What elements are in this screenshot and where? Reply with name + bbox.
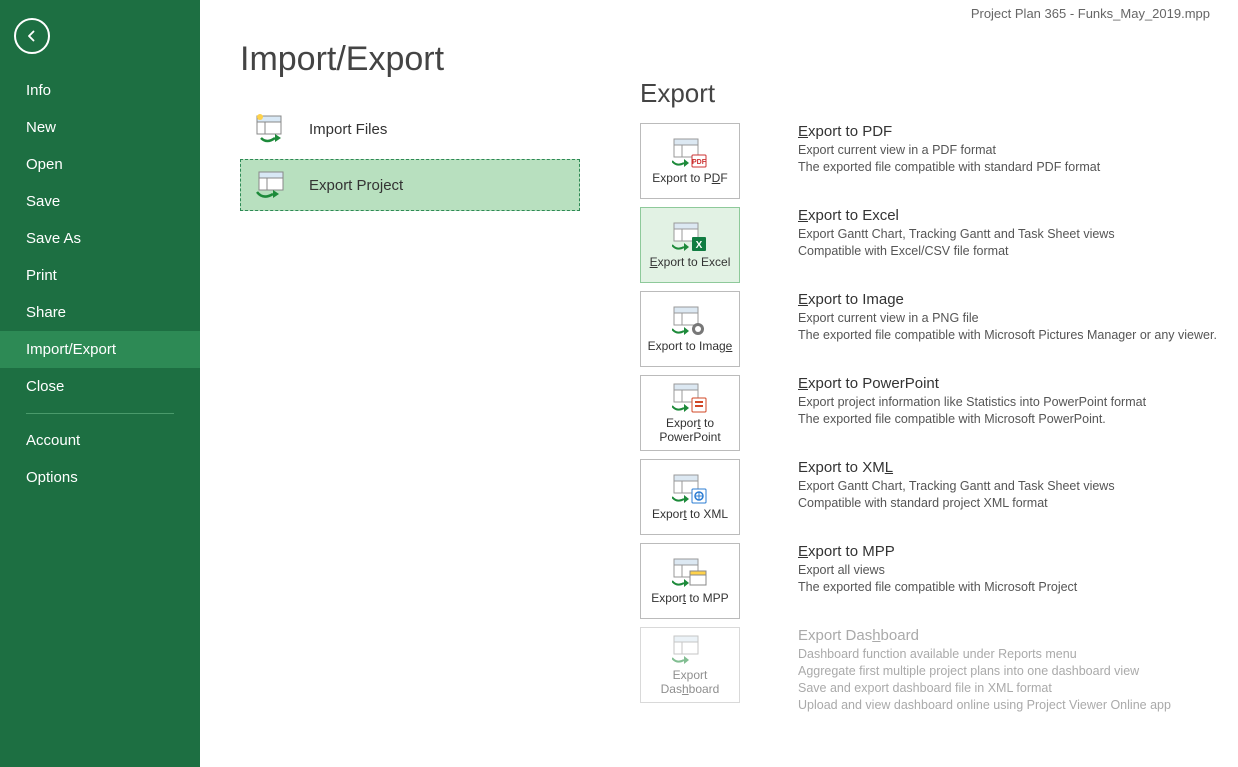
- sidebar-item-new[interactable]: New: [0, 109, 200, 146]
- export-row-excel: X Export to Excel Export to Excel Export Ga…: [640, 207, 1218, 283]
- ppt-icon: [672, 382, 708, 414]
- export-subtext: Save and export dashboard file in XML fo…: [798, 680, 1171, 697]
- export-tile-image[interactable]: Export to Image: [640, 291, 740, 367]
- export-subtext: Compatible with Excel/CSV file format: [798, 243, 1115, 260]
- export-tile-mpp[interactable]: Export to MPP: [640, 543, 740, 619]
- sidebar-item-share[interactable]: Share: [0, 294, 200, 331]
- export-subtext: The exported file compatible with Micros…: [798, 411, 1146, 428]
- import-files-option[interactable]: Import Files: [240, 103, 580, 155]
- left-column: Import/Export Import Files Export Project: [200, 0, 640, 767]
- export-description: Export to PDF Export current view in a PD…: [798, 123, 1100, 176]
- backstage-sidebar: InfoNewOpenSaveSave AsPrintShareImport/E…: [0, 0, 200, 767]
- sidebar-item-options[interactable]: Options: [0, 459, 200, 496]
- export-icon: [255, 170, 291, 200]
- right-column: Export PDFExport to PDFExport to PDFExpo…: [640, 0, 1238, 767]
- section-heading: Export: [640, 78, 1218, 109]
- export-subtext: Dashboard function available under Repor…: [798, 646, 1171, 663]
- svg-text:PDF: PDF: [692, 159, 707, 166]
- svg-text:X: X: [696, 240, 703, 251]
- export-description: Export to Excel Export Gantt Chart, Track…: [798, 207, 1115, 260]
- tile-label: Export to PowerPoint: [645, 416, 735, 445]
- export-subtext: Export current view in a PNG file: [798, 310, 1217, 327]
- export-row-pdf: PDF Export to PDF Export to PDF Export curr…: [640, 123, 1218, 199]
- tile-label: Export to XML: [652, 507, 728, 521]
- export-project-option[interactable]: Export Project: [240, 159, 580, 211]
- back-arrow-icon: [23, 27, 41, 45]
- sidebar-item-save[interactable]: Save: [0, 183, 200, 220]
- export-subtext: Compatible with standard project XML for…: [798, 495, 1115, 512]
- export-tile-xml[interactable]: Export to XML: [640, 459, 740, 535]
- export-row-dash: Export Dashboard Export Dashboard Dashboar…: [640, 627, 1218, 714]
- tile-label: Export to Image: [648, 339, 733, 353]
- export-row-xml: Export to XML Export to XML Export Gantt C…: [640, 459, 1218, 535]
- export-subtext: The exported file compatible with Micros…: [798, 327, 1217, 344]
- export-row-mpp: Export to MPP Export to MPP Export all vie…: [640, 543, 1218, 619]
- main-content: Project Plan 365 - Funks_May_2019.mpp Im…: [200, 0, 1238, 767]
- export-tile-dash: Export Dashboard: [640, 627, 740, 703]
- window-title: Project Plan 365 - Funks_May_2019.mpp: [971, 6, 1210, 21]
- sidebar-item-save-as[interactable]: Save As: [0, 220, 200, 257]
- export-subtext: Upload and view dashboard online using P…: [798, 697, 1171, 714]
- xml-icon: [672, 473, 708, 505]
- export-title: Export to XML: [798, 459, 1115, 476]
- pdf-icon: PDF: [672, 137, 708, 169]
- export-subtext: Export current view in a PDF format: [798, 142, 1100, 159]
- export-tile-pdf[interactable]: PDF Export to PDF: [640, 123, 740, 199]
- export-title: Export to Excel: [798, 207, 1115, 224]
- image-icon: [672, 305, 708, 337]
- sidebar-item-close[interactable]: Close: [0, 368, 200, 405]
- export-description: Export to PowerPoint Export project infor…: [798, 375, 1146, 428]
- export-row-ppt: Export to PowerPointExport to PowerPoint…: [640, 375, 1218, 451]
- export-tile-excel[interactable]: X Export to Excel: [640, 207, 740, 283]
- export-subtext: Export project information like Statisti…: [798, 394, 1146, 411]
- tile-label: Export to MPP: [651, 591, 728, 605]
- menu-option-label: Import Files: [309, 121, 387, 138]
- export-description: Export to XML Export Gantt Chart, Trackin…: [798, 459, 1115, 512]
- export-description: Export to MPP Export all viewsThe exporte…: [798, 543, 1077, 596]
- mpp-icon: [672, 557, 708, 589]
- export-subtext: Aggregate first multiple project plans i…: [798, 663, 1171, 680]
- export-title: Export to Image: [798, 291, 1217, 308]
- page-heading: Import/Export: [240, 40, 610, 79]
- sidebar-item-account[interactable]: Account: [0, 422, 200, 459]
- tile-label: Export Dashboard: [645, 668, 735, 697]
- export-subtext: The exported file compatible with Micros…: [798, 579, 1077, 596]
- sidebar-item-open[interactable]: Open: [0, 146, 200, 183]
- export-tile-ppt[interactable]: Export to PowerPoint: [640, 375, 740, 451]
- export-row-image: Export to Image Export to Image Export cur…: [640, 291, 1218, 367]
- tile-label: Export to Excel: [650, 255, 731, 269]
- sidebar-item-info[interactable]: Info: [0, 72, 200, 109]
- export-title: Export to PowerPoint: [798, 375, 1146, 392]
- export-subtext: Export Gantt Chart, Tracking Gantt and T…: [798, 478, 1115, 495]
- sidebar-separator: [26, 413, 174, 414]
- tile-label: Export to PDF: [652, 171, 727, 185]
- export-description: Export Dashboard Dashboard function avail…: [798, 627, 1171, 714]
- export-description: Export to Image Export current view in a …: [798, 291, 1217, 344]
- excel-icon: X: [672, 221, 708, 253]
- menu-option-label: Export Project: [309, 177, 403, 194]
- sidebar-item-print[interactable]: Print: [0, 257, 200, 294]
- sidebar-item-import-export[interactable]: Import/Export: [0, 331, 200, 368]
- export-title: Export to PDF: [798, 123, 1100, 140]
- export-title: Export to MPP: [798, 543, 1077, 560]
- dash-icon: [672, 634, 708, 666]
- import-icon: [255, 114, 291, 144]
- export-subtext: Export Gantt Chart, Tracking Gantt and T…: [798, 226, 1115, 243]
- back-button[interactable]: [14, 18, 50, 54]
- export-subtext: Export all views: [798, 562, 1077, 579]
- export-subtext: The exported file compatible with standa…: [798, 159, 1100, 176]
- export-title: Export Dashboard: [798, 627, 1171, 644]
